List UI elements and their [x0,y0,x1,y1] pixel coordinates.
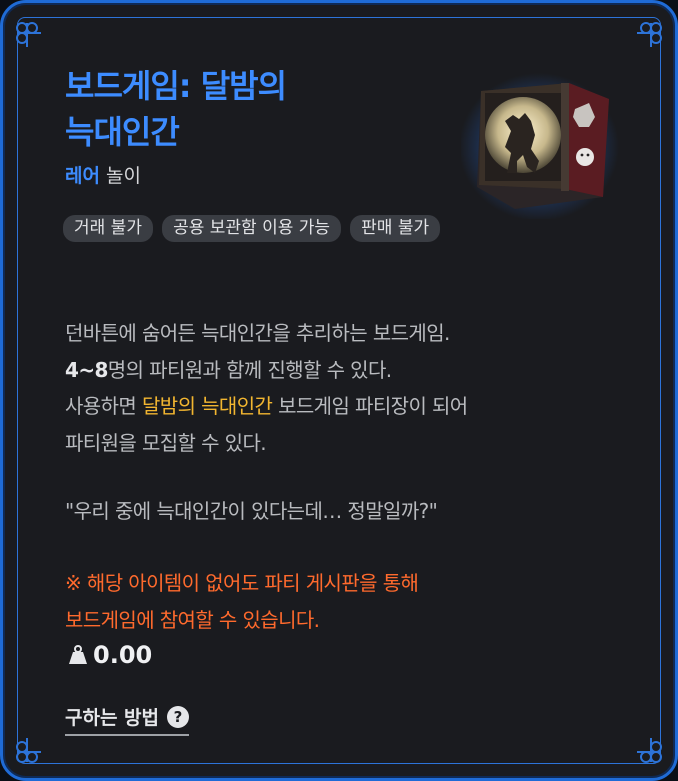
item-description: 던바튼에 숨어든 늑대인간을 추리하는 보드게임. 4~8명의 파티원과 함께 … [65,315,625,461]
player-count: 4~8 [65,357,108,382]
desc-line1: 던바튼에 숨어든 늑대인간을 추리하는 보드게임. [65,321,450,345]
notice-text: ※ 해당 아이템이 없어도 파티 게시판을 통해 보드게임에 참여할 수 있습니… [65,565,625,638]
tag-shared-storage: 공용 보관함 이용 가능 [162,215,342,242]
tag-untradeable: 거래 불가 [63,215,153,242]
notice-line2: 보드게임에 참여할 수 있습니다. [65,607,320,632]
flavor-quote: "우리 중에 늑대인간이 있다는데… 정말일까?" [65,499,438,523]
weight-value: 0.00 [93,641,153,669]
weight-icon [69,645,87,664]
corner-knot-icon [637,22,662,47]
desc-line4: 파티원을 모집할 수 있다. [65,430,267,455]
item-tooltip-card: 보드게임: 달밤의 늑대인간 레어 놀이 거래 불가 공용 보관함 이용 가능 … [0,0,678,781]
corner-knot-icon [16,22,41,47]
item-rarity: 레어 놀이 [65,161,141,188]
werewolf-boardgame-box-icon [461,73,619,219]
item-weight: 0.00 [67,641,152,669]
desc-line3: 사용하면 달밤의 늑대인간 보드게임 파티장이 되어 [65,394,468,418]
notice-line1: ※ 해당 아이템이 없어도 파티 게시판을 통해 [65,571,419,595]
item-title-line1: 보드게임: 달밤의 [65,67,287,105]
item-title: 보드게임: 달밤의 늑대인간 [65,63,445,155]
desc-line2: 4~8명의 파티원과 함께 진행할 수 있다. [65,357,392,382]
how-to-obtain-label: 구하는 방법 [65,707,160,729]
question-icon: ? [167,705,190,728]
how-to-obtain-link[interactable]: 구하는 방법 ? [65,703,190,736]
tag-unsellable: 판매 불가 [350,215,441,242]
category-label: 놀이 [105,165,141,187]
grade-label: 레어 [65,165,100,187]
item-title-line2: 늑대인간 [65,113,180,151]
item-tags: 거래 불가 공용 보관함 이용 가능 판매 불가 [63,215,483,252]
corner-knot-icon [16,738,41,763]
highlight-game-name: 달밤의 늑대인간 [141,394,273,418]
corner-knot-icon [637,738,662,763]
